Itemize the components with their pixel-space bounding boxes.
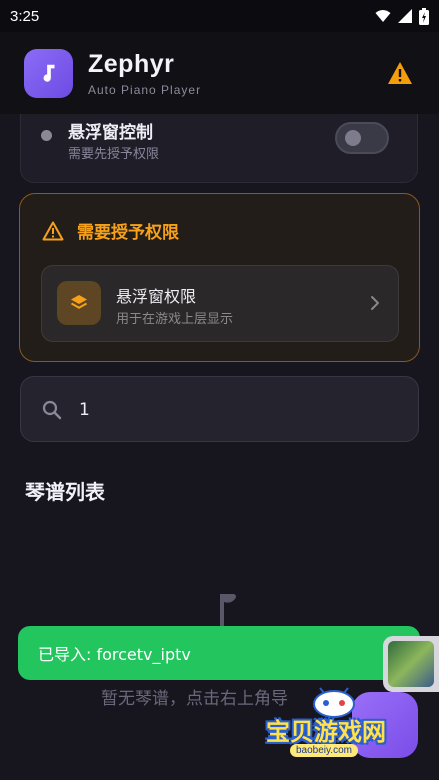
warning-icon: [42, 221, 64, 240]
overlay-permission-item[interactable]: 悬浮窗权限 用于在游戏上层显示: [41, 265, 399, 342]
sheet-list-title: 琴谱列表: [25, 480, 105, 504]
search-input[interactable]: [79, 395, 399, 425]
watermark-logo: 宝贝游戏网 baobeiy.com: [262, 684, 422, 764]
signal-icon: [398, 9, 412, 23]
main-content[interactable]: 悬浮窗控制 需要先授予权限 需要授予权限 悬浮窗权限 用于在游戏上层显示 1 琴…: [0, 114, 439, 780]
toast-text: 已导入: forcetv_iptv: [38, 645, 191, 664]
search-icon: [42, 400, 62, 420]
status-icons: [375, 7, 429, 25]
app-header: Zephyr Auto Piano Player: [0, 32, 439, 114]
overlay-control-subtitle: 需要先授予权限: [68, 147, 160, 162]
warning-button[interactable]: [385, 58, 415, 88]
perm-item-icon-box: [57, 281, 101, 325]
status-dot: [41, 130, 52, 141]
chevron-right-icon: [371, 296, 379, 310]
perm-item-subtitle: 用于在游戏上层显示: [116, 312, 234, 327]
watermark-text: 宝贝游戏网: [266, 718, 386, 746]
app-title: Zephyr: [88, 49, 175, 78]
empty-state-text: 暂无琴谱，点击右上角导: [101, 689, 288, 709]
layers-icon: [71, 295, 87, 309]
game-thumbnail-image: [388, 641, 434, 687]
wifi-icon: [375, 10, 391, 22]
import-toast: 已导入: forcetv_iptv: [18, 626, 420, 680]
permission-card: 需要授予权限 悬浮窗权限 用于在游戏上层显示: [19, 193, 420, 362]
music-note-icon: [43, 64, 54, 82]
overlay-toggle[interactable]: [335, 122, 389, 154]
overlay-control-title: 悬浮窗控制: [68, 123, 153, 143]
overlay-control-card: 悬浮窗控制 需要先授予权限: [20, 114, 418, 183]
status-time: 3:25: [10, 7, 40, 25]
search-box[interactable]: [20, 376, 419, 442]
app-subtitle: Auto Piano Player: [88, 82, 202, 97]
battery-icon: [419, 7, 429, 25]
toggle-knob: [345, 130, 361, 146]
watermark-url: baobeiy.com: [290, 744, 358, 757]
status-bar: 3:25: [0, 0, 439, 32]
permission-card-title: 需要授予权限: [77, 223, 179, 243]
app-titles: Zephyr Auto Piano Player: [88, 50, 201, 97]
permission-card-header: 需要授予权限: [42, 218, 179, 243]
perm-item-title: 悬浮窗权限: [116, 287, 197, 306]
warning-icon: [388, 62, 412, 84]
app-logo: [24, 48, 73, 98]
